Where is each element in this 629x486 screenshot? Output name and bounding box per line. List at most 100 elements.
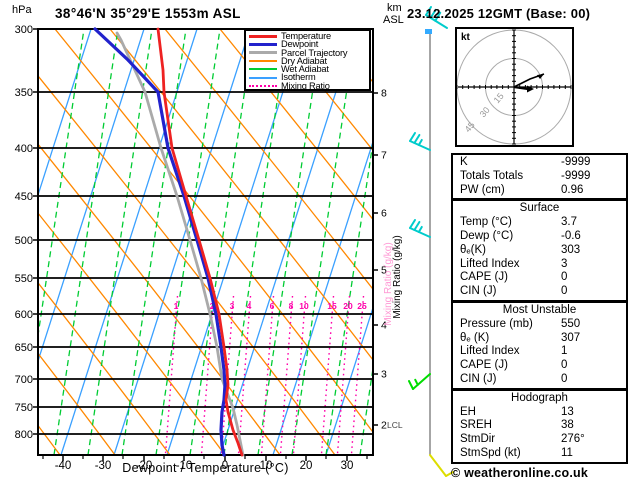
table-row: K -9999 [453, 156, 626, 170]
barb-feather [417, 138, 423, 146]
table-row-label: Dewp (°C) [460, 229, 514, 242]
table-row-label: CAPE (J) [460, 359, 508, 372]
table-row: StmDir 276° [453, 433, 626, 447]
table-row-label: EH [460, 405, 476, 418]
legend-swatch [249, 68, 277, 71]
table-row: SREH 38 [453, 419, 626, 433]
altitude-unit-km: km [387, 2, 402, 14]
mixing-ratio-value-label: 10 [299, 301, 309, 311]
table-row-value: 38 [561, 419, 574, 432]
table-row-value: 3.7 [561, 216, 577, 229]
table-row-label: StmSpd (kt) [460, 446, 521, 459]
table-section-header: Most Unstable [502, 303, 577, 316]
barb-feather [413, 220, 421, 231]
copyright: © weatheronline.co.uk [451, 466, 589, 480]
mixing-ratio-value-label: 15 [327, 301, 337, 311]
table-section-most-unstable: Most Unstable Pressure (mb) 550 θₑ (K) 307 Li… [451, 300, 628, 390]
table-section-header: Surface [519, 202, 560, 215]
table-row-value: 0 [561, 372, 568, 385]
table-row-label: Lifted Index [460, 345, 520, 358]
table-row-value: 3 [561, 257, 568, 270]
mixing-ratio-value-label: 1 [174, 301, 179, 311]
table-row: CIN (J) 0 [453, 285, 626, 299]
table-row-label: θₑ (K) [460, 331, 490, 344]
pressure-tick-label: 800 [15, 429, 33, 441]
table-row-value: 303 [561, 243, 581, 256]
table-row: θₑ(K) 303 [453, 244, 626, 258]
pressure-tick-label: 650 [15, 342, 33, 354]
table-section-header: Hodograph [511, 391, 568, 404]
pressure-tick-label: 500 [15, 235, 33, 247]
legend-swatch [249, 34, 277, 38]
table-row: CAPE (J) 0 [453, 359, 626, 373]
table-row-value: 276° [561, 433, 585, 446]
page-title: 38°46'N 35°29'E 1553m ASL [55, 6, 241, 21]
table-row-label: Lifted Index [460, 257, 520, 270]
barb-feather [408, 380, 414, 390]
wind-barb-5km [409, 219, 431, 238]
table-section-surface: Surface Temp (°C) 3.7 Dewp (°C) -0.6 θₑ(K) 303… [451, 199, 628, 302]
mixing-ratio-line [320, 295, 335, 455]
pressure-tick-label: 550 [15, 273, 33, 285]
mixing-ratio-value-label: 8 [289, 301, 294, 311]
table-row: Lifted Index 3 [453, 258, 626, 272]
table-row-label: CIN (J) [460, 372, 497, 385]
km-tick-label: 6 [381, 208, 387, 220]
legend-swatch [249, 76, 277, 79]
hodo-unit-label: kt [461, 32, 471, 43]
table-row-label: Pressure (mb) [460, 317, 533, 330]
table-row: PW (cm) 0.96 [453, 184, 626, 198]
km-tick-label: 8 [381, 88, 387, 100]
table-row: Dewp (°C) -0.6 [453, 230, 626, 244]
table-section-hodograph: Hodograph EH 13 SREH 38 StmDir 276° StmSpd (kt)… [451, 388, 628, 464]
table-row-value: 550 [561, 317, 581, 330]
barb-shaft [429, 454, 447, 477]
pressure-tick-label: 450 [15, 191, 33, 203]
table-row-value: 13 [561, 405, 574, 418]
table-row: θₑ (K) 307 [453, 332, 626, 346]
km-tick-label: 7 [381, 150, 387, 162]
legend-item-mixing-ratio: Mixing Ratio [249, 80, 369, 91]
table-row-label: Temp (°C) [460, 216, 512, 229]
mixing-ratio-line [164, 295, 179, 455]
table-row-value: -0.6 [561, 229, 581, 242]
mixing-ratio-line [237, 295, 252, 455]
table-row-label: Totals Totals [460, 169, 524, 182]
barb-feather [413, 133, 421, 144]
table-row-value: 0 [561, 285, 568, 298]
pressure-tick-label: 750 [15, 402, 33, 414]
table-row-label: SREH [460, 419, 492, 432]
table-row: Pressure (mb) 550 [453, 318, 626, 332]
barb-feather [417, 225, 423, 233]
table-row-value: 1 [561, 345, 568, 358]
table-row: Temp (°C) 3.7 [453, 216, 626, 230]
barb-feather [414, 378, 419, 386]
pressure-tick-label: 400 [15, 143, 33, 155]
table-row-value: 0.96 [561, 183, 584, 196]
pressure-tick-label: 600 [15, 309, 33, 321]
table-row: EH 13 [453, 406, 626, 420]
table-row-value: 307 [561, 331, 581, 344]
legend: Temperature Dewpoint Parcel Trajectory Dry … [244, 29, 371, 91]
lcl-label: LCL [387, 420, 403, 430]
legend-label: Mixing Ratio [281, 80, 330, 91]
table-row-value: 0 [561, 359, 568, 372]
hodo-ring-label: 15 [492, 91, 506, 105]
legend-swatch [249, 60, 277, 63]
wind-barb-sfc [429, 454, 454, 477]
mixing-ratio-line [336, 295, 351, 455]
hodo-ring-label: 45 [463, 120, 477, 134]
table-row: StmSpd (kt) 11 [453, 447, 626, 461]
legend-swatch [249, 84, 277, 87]
indices-table: K -9999 Totals Totals -9999 PW (cm) 0.96 Surfa… [451, 153, 628, 464]
barb-feather [409, 132, 416, 142]
wind-barb-3km [408, 373, 431, 390]
table-row-label: θₑ(K) [460, 243, 486, 256]
valid-date: 23.12.2025 12GMT (Base: 00) [407, 6, 591, 21]
pressure-tick-label: 300 [15, 24, 33, 36]
table-row-value: 11 [561, 446, 573, 459]
mixing-ratio-value-label: 4 [247, 301, 252, 311]
legend-swatch [249, 42, 277, 46]
mixing-ratio-value-label: 25 [357, 301, 367, 311]
table-row-value: -9999 [561, 156, 591, 168]
